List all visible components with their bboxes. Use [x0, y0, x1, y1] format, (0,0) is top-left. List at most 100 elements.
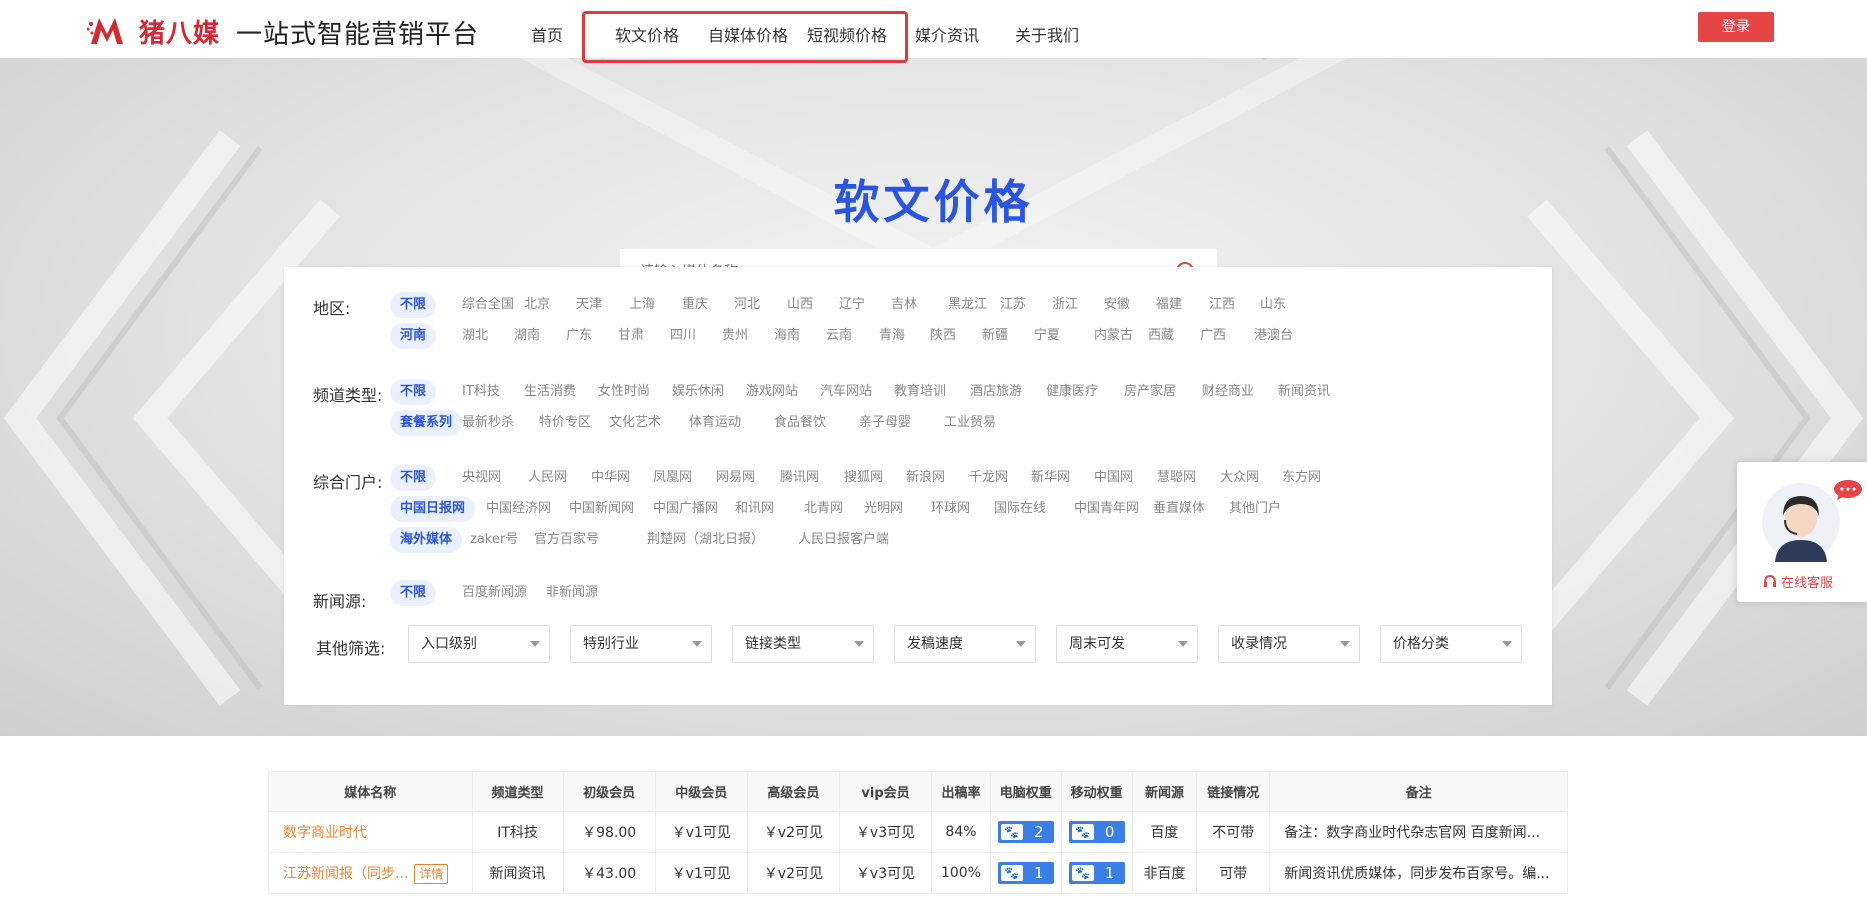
filter-option[interactable]: 山东: [1260, 292, 1286, 318]
filter-option[interactable]: 慧聪网: [1157, 465, 1196, 491]
table-row[interactable]: 数字商业时代 IT科技 ￥98.00 ￥v1可见 ￥v2可见 ￥v3可见 84% 🐾 2 🐾 0 百度…: [268, 811, 1568, 853]
filter-option[interactable]: 吉林: [891, 292, 917, 318]
select-publish-speed[interactable]: 发稿速度: [894, 625, 1036, 663]
filter-option[interactable]: 财经商业: [1202, 379, 1254, 405]
filter-option[interactable]: 福建: [1156, 292, 1182, 318]
filter-option[interactable]: 工业贸易: [944, 410, 996, 436]
filter-option[interactable]: 酒店旅游: [970, 379, 1022, 405]
select-indexing[interactable]: 收录情况: [1218, 625, 1360, 663]
login-button[interactable]: 登录: [1698, 12, 1774, 42]
filter-option[interactable]: 食品餐饮: [774, 410, 826, 436]
filter-option[interactable]: 海南: [774, 323, 800, 349]
filter-option[interactable]: 房产家居: [1124, 379, 1176, 405]
filter-option[interactable]: 江苏: [1000, 292, 1026, 318]
filter-option[interactable]: 搜狐网: [844, 465, 883, 491]
filter-option[interactable]: 特价专区: [539, 410, 591, 436]
filter-option[interactable]: 百度新闻源: [462, 580, 527, 606]
filter-option[interactable]: 东方网: [1282, 465, 1321, 491]
filter-option[interactable]: 广西: [1200, 323, 1226, 349]
filter-option[interactable]: 港澳台: [1254, 323, 1293, 349]
filter-option[interactable]: 青海: [879, 323, 905, 349]
filter-option[interactable]: 人民日报客户端: [798, 527, 889, 553]
filter-option-unlimited[interactable]: 不限: [390, 379, 437, 405]
select-weekend[interactable]: 周末可发: [1056, 625, 1198, 663]
filter-option[interactable]: 大众网: [1220, 465, 1259, 491]
filter-option[interactable]: 新闻资讯: [1278, 379, 1330, 405]
filter-option[interactable]: 中国广播网: [653, 496, 718, 522]
filter-option[interactable]: 山西: [787, 292, 813, 318]
detail-tag[interactable]: 详情: [414, 863, 449, 884]
filter-option[interactable]: 教育培训: [894, 379, 946, 405]
filter-option[interactable]: 江西: [1209, 292, 1235, 318]
filter-option[interactable]: 云南: [826, 323, 852, 349]
filter-option[interactable]: 官方百家号: [534, 527, 599, 553]
table-row[interactable]: 江苏新闻报（同步... 详情 新闻资讯 ￥43.00 ￥v1可见 ￥v2可见 ￥v3可见 10…: [268, 852, 1568, 894]
filter-option[interactable]: 内蒙古: [1094, 323, 1133, 349]
filter-option[interactable]: 国际在线: [994, 496, 1046, 522]
filter-option[interactable]: 北京: [524, 292, 550, 318]
filter-option[interactable]: 荆楚网（湖北日报）: [647, 527, 764, 553]
filter-option[interactable]: 凤凰网: [653, 465, 692, 491]
filter-option[interactable]: 千龙网: [969, 465, 1008, 491]
filter-option[interactable]: 安徽: [1104, 292, 1130, 318]
filter-option[interactable]: 河北: [734, 292, 760, 318]
select-entry-level[interactable]: 入口级别: [408, 625, 550, 663]
filter-option[interactable]: 天津: [576, 292, 602, 318]
filter-option[interactable]: 游戏网站: [746, 379, 798, 405]
filter-option-unlimited[interactable]: 海外媒体: [390, 527, 463, 553]
filter-option[interactable]: zaker号: [470, 527, 518, 553]
filter-option[interactable]: 甘肃: [618, 323, 644, 349]
media-name[interactable]: 数字商业时代: [283, 825, 367, 841]
nav-home[interactable]: 首页: [531, 22, 563, 46]
filter-option[interactable]: 新华网: [1031, 465, 1070, 491]
select-special-industry[interactable]: 特别行业: [570, 625, 712, 663]
filter-option[interactable]: 最新秒杀: [462, 410, 514, 436]
media-name-cell[interactable]: 江苏新闻报（同步... 详情: [268, 852, 473, 894]
filter-option[interactable]: 贵州: [722, 323, 748, 349]
filter-option[interactable]: 黑龙江: [948, 292, 987, 318]
filter-option[interactable]: 光明网: [864, 496, 903, 522]
filter-option[interactable]: 腾讯网: [780, 465, 819, 491]
filter-option[interactable]: 中华网: [591, 465, 630, 491]
filter-option[interactable]: 北青网: [804, 496, 843, 522]
select-link-type[interactable]: 链接类型: [732, 625, 874, 663]
filter-option[interactable]: 湖南: [514, 323, 540, 349]
filter-option[interactable]: 汽车网站: [820, 379, 872, 405]
filter-option[interactable]: 陕西: [930, 323, 956, 349]
filter-option[interactable]: 辽宁: [839, 292, 865, 318]
filter-option[interactable]: 文化艺术: [609, 410, 661, 436]
customer-service-widget[interactable]: 在线客服: [1737, 462, 1867, 602]
filter-option-unlimited[interactable]: 中国日报网: [390, 496, 476, 522]
filter-option[interactable]: 女性时尚: [598, 379, 650, 405]
filter-option[interactable]: 生活消费: [524, 379, 576, 405]
filter-option[interactable]: 垂直媒体: [1153, 496, 1205, 522]
filter-option[interactable]: 中国新闻网: [569, 496, 634, 522]
filter-option[interactable]: 新浪网: [906, 465, 945, 491]
filter-option[interactable]: 环球网: [931, 496, 970, 522]
filter-option-unlimited[interactable]: 不限: [390, 465, 437, 491]
filter-option[interactable]: 浙江: [1052, 292, 1078, 318]
filter-option[interactable]: 健康医疗: [1046, 379, 1098, 405]
filter-option-unlimited[interactable]: 河南: [390, 323, 437, 349]
filter-option[interactable]: 非新闻源: [546, 580, 598, 606]
filter-option[interactable]: 中国经济网: [486, 496, 551, 522]
filter-option[interactable]: 亲子母婴: [859, 410, 911, 436]
filter-option[interactable]: 央视网: [462, 465, 501, 491]
nav-media-news[interactable]: 媒介资讯: [915, 22, 979, 46]
filter-option[interactable]: 其他门户: [1229, 496, 1281, 522]
filter-option[interactable]: 和讯网: [735, 496, 774, 522]
media-name[interactable]: 江苏新闻报（同步...: [283, 866, 408, 882]
filter-option[interactable]: 西藏: [1148, 323, 1174, 349]
filter-option[interactable]: 娱乐休闲: [672, 379, 724, 405]
filter-option[interactable]: 四川: [670, 323, 696, 349]
filter-option-unlimited[interactable]: 套餐系列: [390, 410, 463, 436]
filter-option[interactable]: 新疆: [982, 323, 1008, 349]
nav-about-us[interactable]: 关于我们: [1015, 22, 1079, 46]
filter-option[interactable]: 上海: [629, 292, 655, 318]
filter-option[interactable]: IT科技: [462, 379, 500, 405]
filter-option[interactable]: 体育运动: [689, 410, 741, 436]
filter-option[interactable]: 重庆: [682, 292, 708, 318]
filter-option[interactable]: 中国网: [1094, 465, 1133, 491]
filter-option[interactable]: 广东: [566, 323, 592, 349]
filter-option[interactable]: 湖北: [462, 323, 488, 349]
